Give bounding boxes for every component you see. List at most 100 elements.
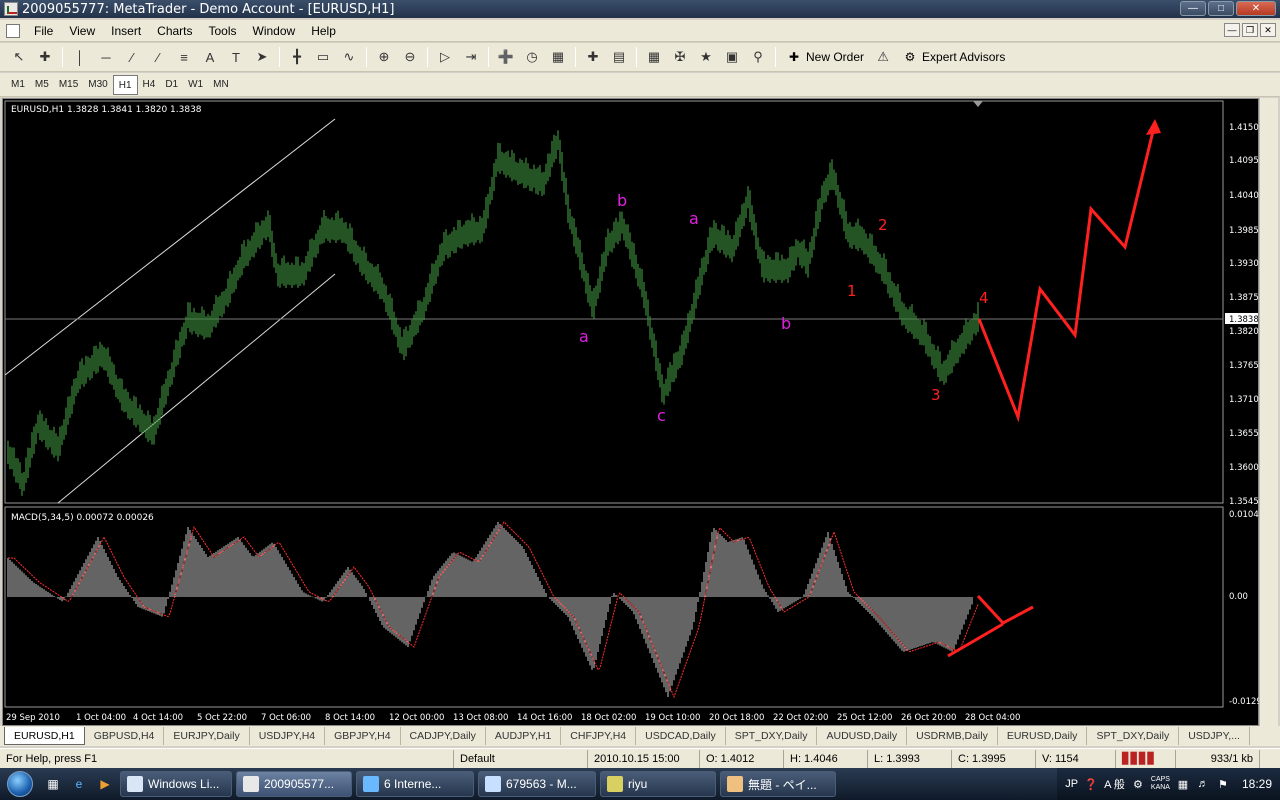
horizontal-line-icon[interactable]: ─ (95, 46, 117, 68)
tab-audjpy-h1[interactable]: AUDJPY,H1 (486, 727, 562, 745)
tray-ime-tools-icon[interactable]: ⚙ (1131, 777, 1145, 791)
line-chart-icon[interactable]: ∿ (338, 46, 360, 68)
new-order-button[interactable]: ✚ New Order (780, 46, 870, 68)
internet-explorer-icon[interactable]: e (68, 773, 90, 795)
channel-icon[interactable]: ⁄ (147, 46, 169, 68)
channel-upper-line[interactable] (4, 118, 336, 376)
doc-minimize-button[interactable]: — (1224, 23, 1240, 37)
media-player-icon[interactable]: ▶ (94, 773, 116, 795)
folder-task-icon (607, 776, 623, 792)
cursor-icon[interactable]: ↖ (8, 46, 30, 68)
templates-icon[interactable]: ▦ (547, 46, 569, 68)
maximize-button[interactable]: □ (1208, 1, 1234, 16)
tab-audusd-daily[interactable]: AUDUSD,Daily (817, 727, 908, 745)
timeframe-m30[interactable]: M30 (83, 75, 112, 95)
vertical-line-icon[interactable]: │ (69, 46, 91, 68)
candlestick-icon[interactable]: ▭ (312, 46, 334, 68)
channel-lower-line[interactable] (57, 273, 336, 504)
expert-advisors-button[interactable]: ⚙ Expert Advisors (896, 46, 1011, 68)
indicators-icon[interactable]: ➕ (495, 46, 517, 68)
tab-gbpusd-h4[interactable]: GBPUSD,H4 (85, 727, 165, 745)
tray-language[interactable]: JP (1065, 778, 1078, 790)
favorites-icon[interactable]: ★ (695, 46, 717, 68)
tab-usdcad-daily[interactable]: USDCAD,Daily (636, 727, 726, 745)
macd-divergence-line-upper[interactable] (976, 594, 1034, 625)
chart-document-icon[interactable] (6, 23, 20, 38)
task-riyu[interactable]: riyu (600, 771, 716, 797)
menu-charts[interactable]: Charts (149, 20, 200, 42)
trendline-icon[interactable]: ∕ (121, 46, 143, 68)
timeframe-w1[interactable]: W1 (183, 75, 208, 95)
bar-chart-icon[interactable]: ╋ (286, 46, 308, 68)
zoom-out-icon[interactable]: ⊖ (399, 46, 421, 68)
connection-bars-icon[interactable]: ▊▊▊▊ (1116, 749, 1176, 768)
time-tick: 8 Oct 14:00 (325, 713, 375, 723)
task-metatrader[interactable]: 200905577... (236, 771, 352, 797)
tray-ime[interactable]: A 般 (1104, 776, 1125, 792)
show-desktop-icon[interactable]: ▦ (42, 773, 64, 795)
task-windows-live[interactable]: Windows Li... (120, 771, 232, 797)
auto-scroll-icon[interactable]: ▷ (434, 46, 456, 68)
tab-chfjpy-h4[interactable]: CHFJPY,H4 (561, 727, 637, 745)
fibonacci-icon[interactable]: ≡ (173, 46, 195, 68)
chart-shift-icon[interactable]: ⇥ (460, 46, 482, 68)
menu-window[interactable]: Window (245, 20, 304, 42)
menu-tools[interactable]: Tools (201, 20, 245, 42)
doc-restore-button[interactable]: ❐ (1242, 23, 1258, 37)
profiles-icon[interactable]: ▤ (608, 46, 630, 68)
text-label-icon[interactable]: T (225, 46, 247, 68)
metatrader-app-icon[interactable] (4, 2, 18, 16)
tab-usdjpy-h4[interactable]: USDJPY,H4 (250, 727, 326, 745)
tray-clock[interactable]: 18:29 (1242, 777, 1272, 791)
terminal-icon[interactable]: ▣ (721, 46, 743, 68)
task-internet-explorer[interactable]: 6 Interne... (356, 771, 474, 797)
tray-help-icon[interactable]: ❓ (1084, 777, 1098, 791)
periods-icon[interactable]: ◷ (521, 46, 543, 68)
doc-close-button[interactable]: ✕ (1260, 23, 1276, 37)
timeframe-h1[interactable]: H1 (112, 74, 138, 95)
tab-spt-dxy-daily-2[interactable]: SPT_DXY,Daily (1087, 727, 1180, 745)
tab-usdrmb-daily[interactable]: USDRMB,Daily (907, 727, 998, 745)
task-paint[interactable]: 無題 - ペイ... (720, 771, 836, 797)
tab-cadjpy-daily[interactable]: CADJPY,Daily (401, 727, 486, 745)
new-chart-icon[interactable]: ✚ (582, 46, 604, 68)
minimize-button[interactable]: — (1180, 1, 1206, 16)
chart-vertical-scrollbar[interactable] (1259, 98, 1278, 726)
close-button[interactable]: ✕ (1236, 1, 1276, 16)
timeframe-m5[interactable]: M5 (30, 75, 54, 95)
tab-gbpjpy-h4[interactable]: GBPJPY,H4 (325, 727, 401, 745)
tray-security-icon[interactable]: ⚑ (1216, 777, 1230, 791)
chart-shift-marker-icon[interactable] (973, 101, 983, 107)
text-icon[interactable]: A (199, 46, 221, 68)
tray-volume-icon[interactable]: ♬ (1196, 777, 1210, 791)
zoom-in-icon[interactable]: ⊕ (373, 46, 395, 68)
tab-usdjpy-more[interactable]: USDJPY,... (1179, 727, 1250, 745)
timeframe-m1[interactable]: M1 (6, 75, 30, 95)
timeframe-mn[interactable]: MN (208, 75, 234, 95)
arrows-icon[interactable]: ➤ (251, 46, 273, 68)
menu-insert[interactable]: Insert (103, 20, 149, 42)
menu-help[interactable]: Help (303, 20, 344, 42)
tray-network-icon[interactable]: ▦ (1176, 777, 1190, 791)
timeframe-m15[interactable]: M15 (54, 75, 83, 95)
tester-icon[interactable]: ⚲ (747, 46, 769, 68)
tab-eurjpy-daily[interactable]: EURJPY,Daily (164, 727, 250, 745)
menu-file[interactable]: File (26, 20, 61, 42)
start-button[interactable] (0, 768, 40, 800)
timeframe-h4[interactable]: H4 (138, 75, 161, 95)
navigator-icon[interactable]: ✠ (669, 46, 691, 68)
macd-tick: 0.00 (1229, 592, 1248, 602)
projection-wave-line[interactable] (977, 122, 1157, 423)
status-profile[interactable]: Default (454, 749, 588, 768)
timeframe-d1[interactable]: D1 (160, 75, 183, 95)
warning-icon[interactable]: ⚠ (872, 46, 894, 68)
tab-eurusd-h1[interactable]: EURUSD,H1 (4, 727, 85, 745)
crosshair-icon[interactable]: ✚ (34, 46, 56, 68)
menu-view[interactable]: View (61, 20, 103, 42)
tab-spt-dxy-daily[interactable]: SPT_DXY,Daily (726, 727, 818, 745)
task-679563[interactable]: 679563 - M... (478, 771, 596, 797)
price-chart[interactable]: EURUSD,H1 1.3828 1.3841 1.3820 1.3838 MA… (3, 99, 1260, 727)
chart-window[interactable]: EURUSD,H1 1.3828 1.3841 1.3820 1.3838 MA… (2, 98, 1260, 727)
tab-eurusd-daily[interactable]: EURUSD,Daily (998, 727, 1088, 745)
market-watch-icon[interactable]: ▦ (643, 46, 665, 68)
